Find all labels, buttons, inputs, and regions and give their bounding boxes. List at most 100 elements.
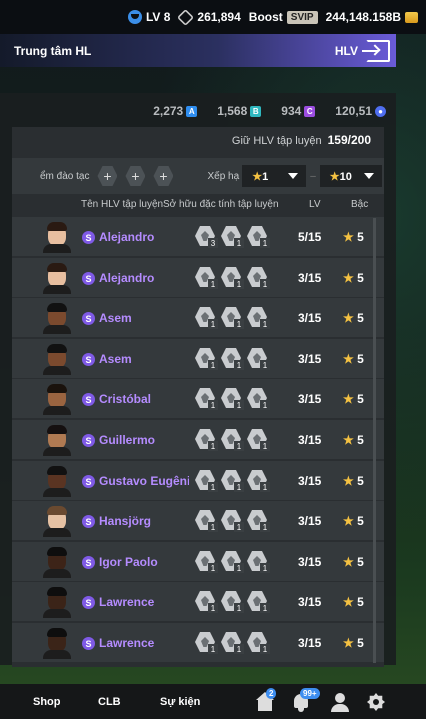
coach-grade: ★ 5: [343, 311, 364, 325]
coach-row[interactable]: S Asem 1 1 1 3/15 ★ 5: [12, 339, 384, 378]
trait-icon[interactable]: 1: [247, 348, 270, 370]
shirt-shape: [43, 488, 71, 497]
trait-icon[interactable]: 1: [247, 591, 270, 613]
trait-icon[interactable]: 1: [247, 388, 270, 410]
trait-icon[interactable]: 1: [247, 429, 270, 451]
grade-value: 5: [357, 514, 364, 528]
coach-row[interactable]: S Gustavo Eugênio 1 1 1 3/15 ★ 5: [12, 461, 384, 500]
add-slot-1-button[interactable]: +: [97, 166, 118, 186]
coach-row[interactable]: S Igor Paolo 1 1 1 3/15 ★ 5: [12, 542, 384, 581]
trait-icon[interactable]: 1: [247, 307, 270, 329]
trait-level: 1: [260, 360, 270, 370]
trait-icon[interactable]: 1: [247, 267, 270, 289]
trait-icon[interactable]: 3: [195, 226, 218, 248]
chevron-down-icon: [288, 173, 299, 179]
bottom-nav: Shop CLB Sự kiện 2 99+: [0, 684, 426, 719]
trait-level: 1: [260, 563, 270, 573]
trait-icon[interactable]: 1: [247, 632, 270, 654]
trait-icon[interactable]: 1: [247, 551, 270, 573]
trait-icon[interactable]: 1: [195, 510, 218, 532]
shirt-shape: [43, 569, 71, 578]
trait-icon[interactable]: 1: [195, 429, 218, 451]
trait-icon[interactable]: 1: [195, 267, 218, 289]
trait-icon[interactable]: 1: [221, 388, 244, 410]
trait-icon[interactable]: 1: [247, 226, 270, 248]
column-lv[interactable]: LV: [309, 199, 321, 210]
add-slot-3-button[interactable]: +: [153, 166, 174, 186]
coach-row[interactable]: S Lawrence 1 1 1 3/15 ★ 5: [12, 623, 384, 662]
trait-icon[interactable]: 1: [221, 429, 244, 451]
trait-icon[interactable]: 1: [195, 591, 218, 613]
trait-icon[interactable]: 1: [221, 632, 244, 654]
shirt-shape: [43, 650, 71, 659]
boost-group[interactable]: Boost SVIP: [249, 10, 318, 24]
trait-icon[interactable]: 1: [195, 388, 218, 410]
trait-icon[interactable]: 1: [195, 348, 218, 370]
nav-shop[interactable]: Shop: [33, 696, 61, 708]
coach-row[interactable]: S Alejandro 3 1 1 5/15 ★ 5: [12, 217, 384, 256]
trait-icon[interactable]: 1: [195, 307, 218, 329]
coach-row[interactable]: S Alejandro 1 1 1 3/15 ★ 5: [12, 258, 384, 297]
trait-icon[interactable]: 1: [221, 591, 244, 613]
coin-count: 244,148.158B: [325, 10, 401, 24]
trait-icon[interactable]: 1: [221, 348, 244, 370]
column-traits[interactable]: Sở hữu đặc tính tập luyện: [163, 199, 279, 210]
bell-icon[interactable]: 99+: [290, 688, 320, 712]
nav-event[interactable]: Sự kiện: [160, 696, 200, 708]
trait-icon[interactable]: 1: [247, 470, 270, 492]
trait-icon[interactable]: 1: [221, 307, 244, 329]
trait-icon[interactable]: 1: [221, 551, 244, 573]
trait-icon[interactable]: 1: [221, 470, 244, 492]
trait-level: 1: [208, 279, 218, 289]
coin-group: 244,148.158B: [326, 10, 418, 24]
profile-nav-icon[interactable]: [329, 692, 351, 712]
status-bar: LV 8 261,894 Boost SVIP 244,148.158B: [0, 0, 426, 34]
trait-level: 1: [208, 319, 218, 329]
coach-row[interactable]: S Guillermo 1 1 1 3/15 ★ 5: [12, 420, 384, 459]
trait-icon[interactable]: 1: [221, 267, 244, 289]
coach-row[interactable]: S Asem 1 1 1 3/15 ★ 5: [12, 298, 384, 337]
trait-list: 1 1 1: [195, 632, 270, 654]
grade-to-select[interactable]: ★10: [319, 165, 382, 187]
grade-to-value: 10: [339, 170, 352, 183]
nav-club[interactable]: CLB: [98, 696, 121, 708]
coach-level: 5/15: [298, 230, 322, 244]
trait-icon[interactable]: 1: [221, 226, 244, 248]
column-grade[interactable]: Bậc: [351, 199, 368, 210]
list-scrollbar[interactable]: [373, 218, 376, 663]
coach-row[interactable]: S Cristóbal 1 1 1 3/15 ★ 5: [12, 379, 384, 418]
trait-icon[interactable]: 1: [247, 510, 270, 532]
trait-level: 1: [234, 603, 244, 613]
trait-list: 1 1 1: [195, 307, 270, 329]
trait-level: 1: [234, 319, 244, 329]
trait-icon[interactable]: 1: [221, 510, 244, 532]
level-text: LV 8: [145, 10, 171, 24]
coach-avatar: [42, 383, 72, 415]
gear-icon[interactable]: [365, 692, 387, 712]
home-icon[interactable]: 2: [254, 688, 277, 712]
coach-level: 3/15: [298, 311, 322, 325]
grade-value: 5: [357, 311, 364, 325]
grade-value: 5: [357, 392, 364, 406]
coach-name: Asem: [99, 311, 132, 325]
special-badge-icon: S: [82, 231, 95, 244]
trait-level: 1: [234, 400, 244, 410]
coach-avatar: [42, 262, 72, 294]
grade-value: 5: [357, 352, 364, 366]
home-badge: 2: [266, 688, 277, 699]
currency-a-icon: A: [186, 105, 198, 117]
coach-row[interactable]: S Lawrence 1 1 1 3/15 ★ 5: [12, 582, 384, 621]
currency-a-value: 2,273: [153, 104, 184, 118]
grade-from-select[interactable]: ★1: [242, 165, 307, 187]
currency-token-value: 120,51: [335, 104, 372, 118]
trait-icon[interactable]: 1: [195, 632, 218, 654]
level-group: LV 8: [127, 10, 171, 24]
add-slot-2-button[interactable]: +: [125, 166, 146, 186]
table-header: Tên HLV tập luyện Sở hữu đặc tính tập lu…: [12, 194, 384, 216]
trait-list: 1 1 1: [195, 510, 270, 532]
trait-icon[interactable]: 1: [195, 470, 218, 492]
coach-row[interactable]: S Hansjörg 1 1 1 3/15 ★ 5: [12, 501, 384, 540]
trait-icon[interactable]: 1: [195, 551, 218, 573]
column-name[interactable]: Tên HLV tập luyện: [81, 199, 163, 210]
exit-icon[interactable]: [362, 39, 390, 62]
